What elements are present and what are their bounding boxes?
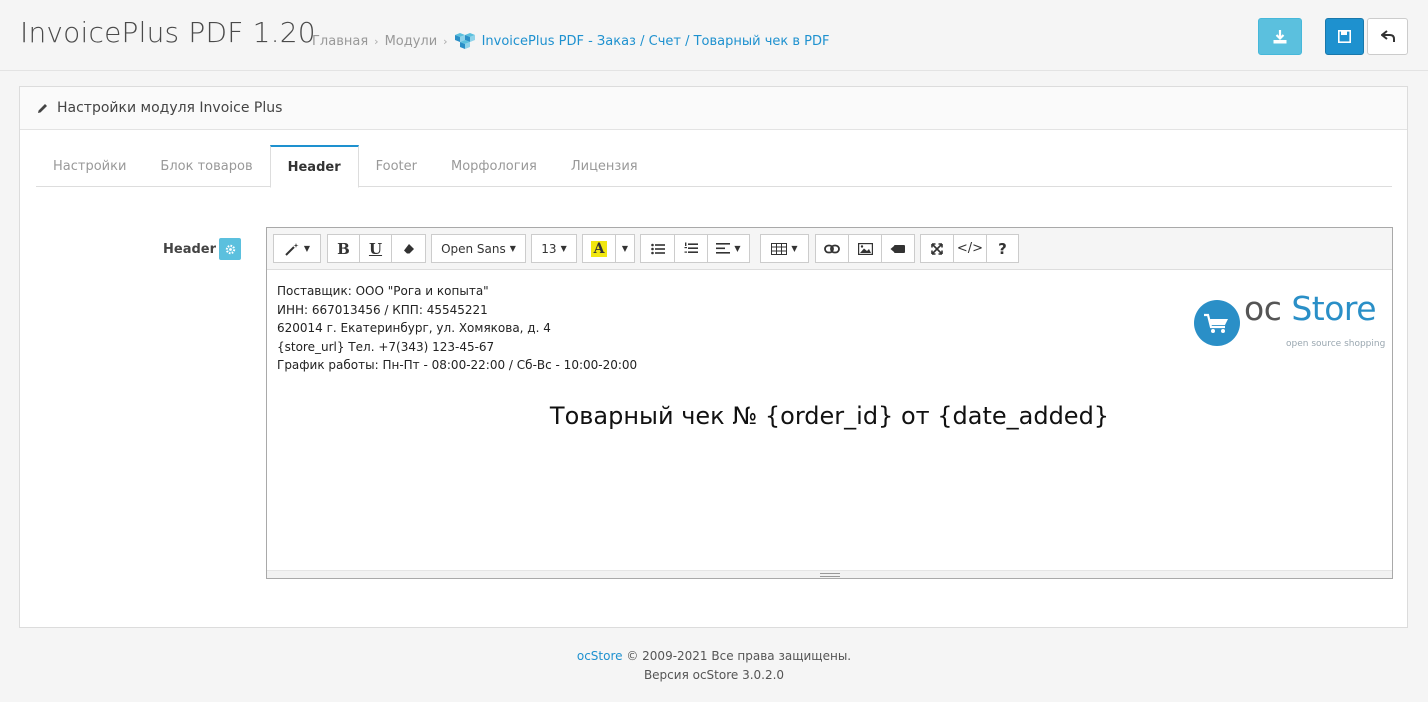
caret-down-icon: ▼ [303,244,311,253]
code-view-button[interactable]: </> [953,234,987,263]
field-label-text: Header [163,241,217,257]
font-name-select[interactable]: Open Sans ▼ [431,234,526,263]
breadcrumb-separator: › [374,34,379,48]
tab-license[interactable]: Лицензия [554,145,655,187]
logo-tagline: open source shopping [1286,339,1386,349]
breadcrumb-separator: › [443,34,448,48]
logo-oc: oc [1244,289,1282,328]
save-button[interactable] [1325,18,1364,55]
bold-button[interactable]: B [327,234,360,263]
tab-morphology[interactable]: Морфология [434,145,554,187]
expand-icon [931,242,943,255]
link-icon [824,244,840,253]
supplier-line: Поставщик: ООО "Рога и копыта" [277,284,489,298]
editor-content[interactable]: Поставщик: ООО "Рога и копыта" ИНН: 6670… [267,270,1392,570]
breadcrumb-home[interactable]: Главная [312,34,368,49]
ocstore-logo: oc Store open source shopping [1194,292,1385,349]
receipt-title: Товарный чек № {order_id} от {date_added… [549,402,1110,430]
schedule-line: График работы: Пн-Пт - 08:00-22:00 / Сб-… [277,358,638,372]
editor-toolbar: ▼ B U Open Sans ▼ 13 ▼ A ▼ ▼ ▼ </> ? [267,228,1392,270]
rich-text-editor: ▼ B U Open Sans ▼ 13 ▼ A ▼ ▼ ▼ </> ? Пос… [266,227,1393,579]
link-button[interactable] [815,234,849,263]
save-icon [1338,30,1351,43]
magic-wand-icon [285,242,299,256]
code-icon: </> [956,241,984,256]
grip-icon [819,572,840,577]
style-button[interactable]: ▼ [273,234,321,263]
help-button[interactable]: ? [986,234,1019,263]
tab-products-block[interactable]: Блок товаров [143,145,269,187]
font-size-select[interactable]: 13 ▼ [531,234,577,263]
footer-version: Версия ocStore 3.0.2.0 [643,668,785,682]
question-icon: ? [998,239,1007,258]
table-icon [771,242,788,255]
paragraph-align-button[interactable]: ▼ [707,234,750,263]
font-size-value: 13 [541,241,557,256]
gear-icon[interactable] [219,238,242,260]
tab-footer[interactable]: Footer [359,145,434,187]
header-field-label: Header [163,238,242,260]
page-header: InvoicePlus PDF 1.20 Главная › Модули › … [0,0,1428,71]
caret-down-icon: ▼ [509,244,516,253]
color-dropdown-button[interactable]: ▼ [615,234,635,263]
cart-logo-icon [1194,300,1240,346]
page-footer: ocStore © 2009-2021 Все права защищены. … [0,647,1428,685]
tabs: Настройки Блок товаров Header Footer Мор… [36,145,1392,188]
reply-icon [1380,30,1395,42]
eraser-icon [403,243,414,253]
video-icon [890,244,905,253]
panel-title: Настройки модуля Invoice Plus [57,100,283,116]
font-name-value: Open Sans [441,241,506,256]
picture-icon [857,242,873,255]
footer-copyright: © 2009-2021 Все права защищены. [626,649,852,663]
breadcrumb-current[interactable]: InvoicePlus PDF - Заказ / Счет / Товарны… [482,34,830,49]
fullscreen-button[interactable] [920,234,954,263]
list-ul-icon [650,243,665,254]
caret-down-icon: ▼ [621,244,629,253]
text-color-button[interactable]: A [582,234,616,263]
unordered-list-button[interactable] [640,234,675,263]
download-icon [1273,29,1287,43]
footer-brand-link[interactable]: ocStore [577,649,623,663]
footer-copyright-line: ocStore © 2009-2021 Все права защищены. [0,647,1428,666]
caret-down-icon: ▼ [560,244,567,253]
table-button[interactable]: ▼ [760,234,809,263]
pencil-icon [36,102,49,115]
image-button[interactable] [848,234,882,263]
highlight-a-icon: A [590,240,608,257]
caret-down-icon: ▼ [734,244,741,253]
list-ol-icon [684,242,698,253]
caret-down-icon: ▼ [791,244,798,253]
logo-wordmark: oc Store [1244,292,1377,325]
underline-button[interactable]: U [359,234,392,263]
cubes-icon [454,33,475,49]
editor-resize-handle[interactable] [267,570,1392,578]
clear-format-button[interactable] [391,234,426,263]
video-button[interactable] [881,234,915,263]
settings-panel: Настройки модуля Invoice Plus Настройки … [19,86,1408,628]
align-left-icon [716,243,731,254]
page-title: InvoicePlus PDF 1.20 [20,16,316,49]
panel-heading: Настройки модуля Invoice Plus [20,87,1407,130]
ordered-list-button[interactable] [674,234,708,263]
breadcrumb-modules[interactable]: Модули [385,34,438,49]
logo-store: Store [1291,289,1377,328]
back-button[interactable] [1367,18,1408,55]
download-button[interactable] [1258,18,1302,55]
tab-header[interactable]: Header [269,145,359,188]
tab-settings[interactable]: Настройки [36,145,143,187]
breadcrumb: Главная › Модули › InvoicePlus PDF - Зак… [312,32,830,50]
